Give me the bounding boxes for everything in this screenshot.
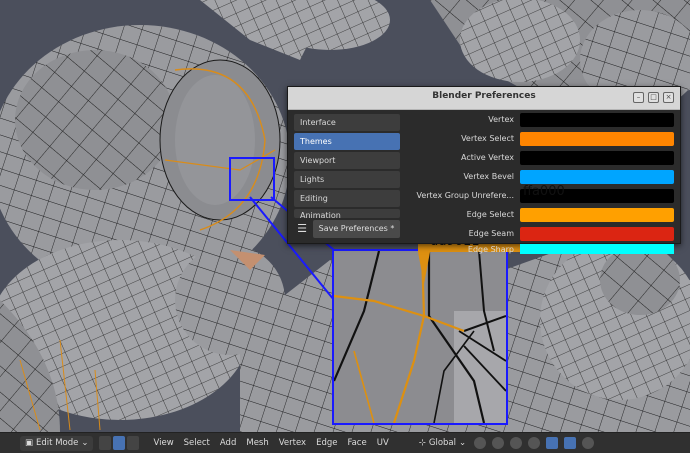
select-mode-buttons: [99, 436, 140, 450]
nav-item-viewport[interactable]: Viewport: [294, 152, 400, 169]
orientation-icon: ⊹: [418, 438, 426, 448]
menu-select[interactable]: Select: [184, 438, 210, 448]
menu-vertex[interactable]: Vertex: [279, 438, 306, 448]
mode-selector[interactable]: ▣ Edit Mode ⌄: [20, 435, 94, 451]
proportional-edit-icon[interactable]: [510, 437, 523, 449]
hamburger-icon[interactable]: ☰: [294, 220, 310, 238]
save-preferences-button[interactable]: Save Preferences *: [313, 220, 400, 238]
header-menus: View Select Add Mesh Vertex Edge Face UV: [153, 438, 388, 448]
theme-row-edge-select: Edge Select: [406, 206, 674, 223]
overlay-icon[interactable]: [564, 437, 577, 449]
maximize-icon[interactable]: □: [648, 92, 659, 103]
color-swatch[interactable]: [520, 226, 674, 241]
menu-view[interactable]: View: [153, 438, 173, 448]
minimize-icon[interactable]: –: [633, 92, 644, 103]
viewport-header: ▣ Edit Mode ⌄ View Select Add Mesh Verte…: [0, 432, 690, 453]
color-swatch[interactable]: [520, 112, 674, 127]
row-label: Edge Select: [466, 210, 514, 219]
nav-item-animation[interactable]: Animation: [294, 209, 400, 218]
shading-icon[interactable]: [582, 437, 595, 449]
face-select-icon[interactable]: [127, 436, 140, 450]
row-label: Active Vertex: [460, 153, 514, 162]
theme-row-vertex-select: Vertex Select: [406, 130, 674, 147]
callout-pointer: [418, 252, 430, 284]
color-swatch[interactable]: [520, 150, 674, 165]
color-swatch[interactable]: [520, 244, 674, 254]
row-label: Edge Seam: [468, 229, 514, 238]
window-titlebar[interactable]: Blender Preferences – □ ×: [288, 87, 680, 110]
theme-row-active-vertex: Active Vertex: [406, 149, 674, 166]
menu-edge[interactable]: Edge: [316, 438, 337, 448]
snap-icon[interactable]: [492, 437, 505, 449]
xray-icon[interactable]: [546, 437, 559, 449]
close-icon[interactable]: ×: [663, 92, 674, 103]
row-label: Vertex Group Unrefere...: [416, 191, 514, 200]
edge-select-hex-annotation: ffa000: [523, 184, 565, 199]
nav-item-themes[interactable]: Themes: [294, 133, 400, 150]
preferences-nav: Interface Themes Viewport Lights Editing…: [294, 114, 400, 220]
chevron-down-icon: ⌄: [459, 438, 467, 448]
nav-item-lights[interactable]: Lights: [294, 171, 400, 188]
nav-item-interface[interactable]: Interface: [294, 114, 400, 131]
theme-row-edge-seam: Edge Seam: [406, 225, 674, 242]
pivot-icon[interactable]: [474, 437, 487, 449]
vertex-select-icon[interactable]: [99, 436, 112, 450]
preferences-window[interactable]: Blender Preferences – □ × Interface Them…: [287, 86, 681, 254]
theme-row-vertex-bevel: Vertex Bevel: [406, 168, 674, 185]
zoom-source-box: [229, 157, 275, 201]
row-label: Vertex Bevel: [463, 172, 514, 181]
edit-mode-icon: ▣: [25, 438, 34, 448]
row-label: Edge Sharp: [467, 244, 514, 254]
menu-mesh[interactable]: Mesh: [246, 438, 268, 448]
transform-orientation[interactable]: ⊹ Global ⌄: [419, 438, 466, 448]
color-swatch[interactable]: [520, 131, 674, 146]
header-tools: [474, 437, 595, 449]
row-label: Vertex: [488, 115, 514, 124]
color-swatch[interactable]: [520, 169, 674, 184]
mode-label: Edit Mode: [36, 438, 79, 448]
theme-row-edge-sharp: Edge Sharp: [406, 244, 674, 254]
orientation-label: Global: [428, 438, 457, 448]
menu-uv[interactable]: UV: [377, 438, 389, 448]
color-swatch[interactable]: [520, 207, 674, 222]
nav-item-editing[interactable]: Editing: [294, 190, 400, 207]
menu-face[interactable]: Face: [347, 438, 366, 448]
falloff-icon[interactable]: [528, 437, 541, 449]
menu-add[interactable]: Add: [220, 438, 236, 448]
theme-row-vertex: Vertex: [406, 111, 674, 128]
edge-select-icon[interactable]: [113, 436, 126, 450]
chevron-down-icon: ⌄: [81, 438, 89, 448]
row-label: Vertex Select: [461, 134, 514, 143]
window-title: Blender Preferences: [432, 91, 536, 101]
